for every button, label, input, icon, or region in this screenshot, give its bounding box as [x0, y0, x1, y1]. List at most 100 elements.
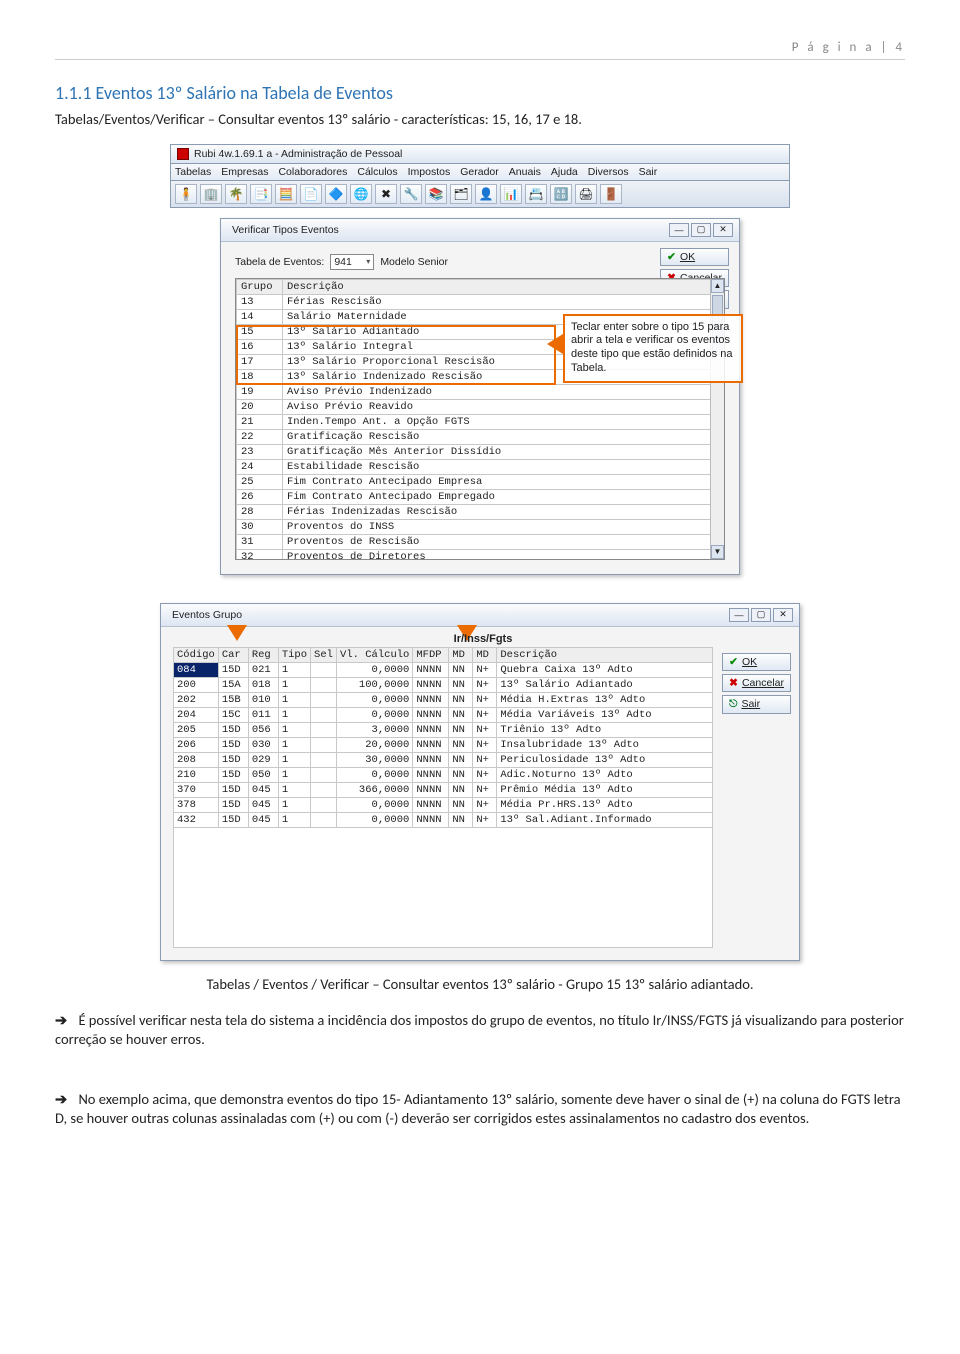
toolbar-button[interactable]: 📚: [425, 184, 447, 204]
col-tipo[interactable]: Tipo: [278, 647, 310, 662]
table-cell: 15C: [218, 707, 248, 722]
minimize-button[interactable]: —: [669, 223, 689, 237]
table-row[interactable]: 30Proventos do INSS: [237, 519, 724, 534]
field-label: Tabela de Eventos:: [235, 256, 324, 268]
dialog2-title: Eventos Grupo: [172, 609, 242, 621]
minimize-button[interactable]: —: [729, 608, 749, 622]
table-row[interactable]: 28Férias Indenizadas Rescisão: [237, 504, 724, 519]
col-grupo[interactable]: Grupo: [237, 279, 283, 294]
table-combo[interactable]: 941: [330, 254, 374, 270]
toolbar-button[interactable]: 🗂: [450, 184, 472, 204]
toolbar-button[interactable]: 🔷: [325, 184, 347, 204]
menu-item[interactable]: Anuais: [509, 166, 541, 178]
toolbar-button[interactable]: 📄: [300, 184, 322, 204]
table-cell: 1: [278, 797, 310, 812]
close-button[interactable]: ✕: [713, 223, 733, 237]
table-row[interactable]: 22Gratificação Rescisão: [237, 429, 724, 444]
col-car[interactable]: Car: [218, 647, 248, 662]
table-cell: N+: [473, 722, 497, 737]
table-row[interactable]: 31Proventos de Rescisão: [237, 534, 724, 549]
table-row[interactable]: 43215D04510,0000NNNNNNN+13º Sal.Adiant.I…: [174, 812, 713, 827]
table-row[interactable]: 21015D05010,0000NNNNNNN+Adic.Noturno 13º…: [174, 767, 713, 782]
table-row[interactable]: 20015A0181100,0000NNNNNNN+13º Salário Ad…: [174, 677, 713, 692]
toolbar-button[interactable]: 🖨: [575, 184, 597, 204]
exit-button[interactable]: ⎋Sair: [722, 695, 791, 714]
toolbar-button[interactable]: 🧍: [175, 184, 197, 204]
menu-item[interactable]: Impostos: [408, 166, 451, 178]
toolbar-button[interactable]: 🌐: [350, 184, 372, 204]
toolbar-button[interactable]: 📑: [250, 184, 272, 204]
ok-button[interactable]: ✔OK: [660, 248, 729, 266]
table-cell: 029: [248, 752, 278, 767]
table-row[interactable]: 25Fim Contrato Antecipado Empresa: [237, 474, 724, 489]
menu-item[interactable]: Empresas: [221, 166, 268, 178]
menu-item[interactable]: Sair: [639, 166, 658, 178]
table-row[interactable]: 20Aviso Prévio Reavido: [237, 399, 724, 414]
table-row[interactable]: 20515D05613,0000NNNNNNN+Triênio 13º Adto: [174, 722, 713, 737]
toolbar-button[interactable]: 🔠: [550, 184, 572, 204]
table-row[interactable]: 24Estabilidade Rescisão: [237, 459, 724, 474]
col-reg[interactable]: Reg: [248, 647, 278, 662]
menu-item[interactable]: Diversos: [588, 166, 629, 178]
scroll-down-icon[interactable]: ▼: [711, 545, 724, 559]
menu-item[interactable]: Cálculos: [357, 166, 397, 178]
table-row[interactable]: 20815D029130,0000NNNNNNN+Periculosidade …: [174, 752, 713, 767]
table-row[interactable]: 37015D0451366,0000NNNNNNN+Prêmio Média 1…: [174, 782, 713, 797]
menubar[interactable]: Tabelas Empresas Colaboradores Cálculos …: [170, 164, 790, 181]
table-cell: 15D: [218, 722, 248, 737]
maximize-button[interactable]: ▢: [751, 608, 771, 622]
table-cell: [311, 707, 337, 722]
toolbar-button[interactable]: 🚪: [600, 184, 622, 204]
table-row[interactable]: 20215B01010,0000NNNNNNN+Média H.Extras 1…: [174, 692, 713, 707]
screenshot-app-window: Rubi 4w.1.69.1 a - Administração de Pess…: [170, 144, 790, 575]
toolbar-button[interactable]: 🧮: [275, 184, 297, 204]
menu-item[interactable]: Ajuda: [551, 166, 578, 178]
table-row[interactable]: 26Fim Contrato Antecipado Empregado: [237, 489, 724, 504]
col-descricao[interactable]: Descrição: [283, 279, 724, 294]
col-codigo[interactable]: Código: [174, 647, 219, 662]
table-cell: 26: [237, 489, 283, 504]
close-button[interactable]: ✕: [773, 608, 793, 622]
toolbar-button[interactable]: 🔧: [400, 184, 422, 204]
menu-item[interactable]: Tabelas: [175, 166, 211, 178]
toolbar-button[interactable]: 📊: [500, 184, 522, 204]
col-descricao[interactable]: Descrição: [497, 647, 713, 662]
col-md2[interactable]: MD: [473, 647, 497, 662]
table-cell: Aviso Prévio Reavido: [283, 399, 724, 414]
table-cell: Média Variáveis 13º Adto: [497, 707, 713, 722]
table-cell: Fim Contrato Antecipado Empresa: [283, 474, 724, 489]
table-row[interactable]: 20615D030120,0000NNNNNNN+Insalubridade 1…: [174, 737, 713, 752]
table-row[interactable]: 19Aviso Prévio Indenizado: [237, 384, 724, 399]
menu-item[interactable]: Gerador: [460, 166, 499, 178]
table-cell: 0,0000: [337, 692, 413, 707]
col-vlcalc[interactable]: Vl. Cálculo: [337, 647, 413, 662]
table-row[interactable]: 13Férias Rescisão: [237, 294, 724, 309]
col-mfdp[interactable]: MFDP: [413, 647, 449, 662]
toolbar-button[interactable]: 📇: [525, 184, 547, 204]
ok-button[interactable]: ✔OK: [722, 653, 791, 671]
table-row[interactable]: 23Gratificação Mês Anterior Dissídio: [237, 444, 724, 459]
table-cell: NNNN: [413, 782, 449, 797]
table-row[interactable]: 37815D04510,0000NNNNNNN+Média Pr.HRS.13º…: [174, 797, 713, 812]
toolbar-button[interactable]: 🌴: [225, 184, 247, 204]
table-cell: [311, 737, 337, 752]
col-md1[interactable]: MD: [449, 647, 473, 662]
maximize-button[interactable]: ▢: [691, 223, 711, 237]
table-row[interactable]: 32Proventos de Diretores: [237, 549, 724, 560]
toolbar-button[interactable]: 👤: [475, 184, 497, 204]
table-cell: 011: [248, 707, 278, 722]
toolbar-button[interactable]: ✖: [375, 184, 397, 204]
table-cell: 018: [248, 677, 278, 692]
table-cell: 0,0000: [337, 767, 413, 782]
menu-item[interactable]: Colaboradores: [278, 166, 347, 178]
events-detail-table[interactable]: Código Car Reg Tipo Sel Vl. Cálculo MFDP…: [173, 647, 713, 828]
table-row[interactable]: 08415D02110,0000NNNNNNN+Quebra Caixa 13º…: [174, 662, 713, 677]
col-sel[interactable]: Sel: [311, 647, 337, 662]
toolbar-button[interactable]: 🏢: [200, 184, 222, 204]
table-cell: Inden.Tempo Ant. a Opção FGTS: [283, 414, 724, 429]
table-cell: 1: [278, 767, 310, 782]
table-row[interactable]: 21Inden.Tempo Ant. a Opção FGTS: [237, 414, 724, 429]
table-row[interactable]: 20415C01110,0000NNNNNNN+Média Variáveis …: [174, 707, 713, 722]
cancel-button[interactable]: ✖Cancelar: [722, 674, 791, 692]
scroll-up-icon[interactable]: ▲: [711, 279, 724, 293]
